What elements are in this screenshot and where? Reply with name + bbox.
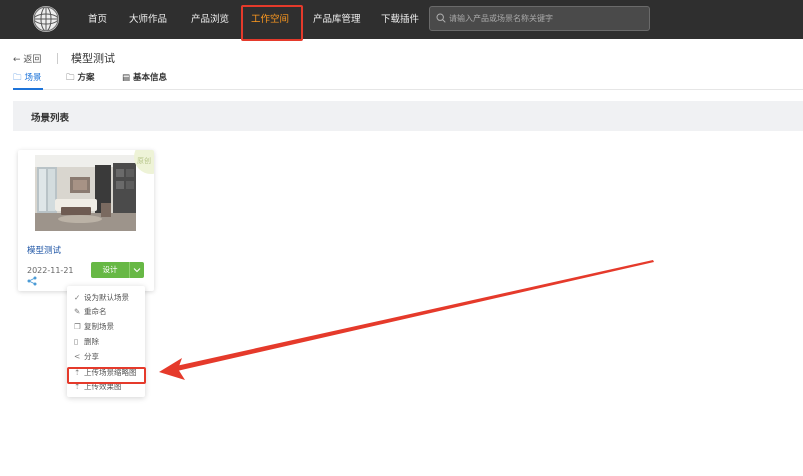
- scene-name[interactable]: 模型测试: [27, 244, 61, 256]
- edit-icon: ✎: [74, 307, 81, 316]
- tabs-divider: [13, 89, 803, 90]
- original-badge-label: 原创: [137, 157, 151, 165]
- nav-item-product-browse[interactable]: 产品浏览: [191, 0, 229, 39]
- trash-icon: ▯: [74, 337, 79, 346]
- arrow-left-icon: ←: [13, 55, 21, 65]
- menu-item-copy-scene[interactable]: ❐ 复制场景: [74, 321, 114, 333]
- scene-list-header: 场景列表: [13, 101, 803, 131]
- share-icon[interactable]: [27, 276, 37, 286]
- top-navigation-bar: 首页 大师作品 产品浏览 工作空间 产品库管理 下载插件: [0, 0, 803, 39]
- menu-item-label: 删除: [84, 337, 99, 346]
- menu-item-share[interactable]: < 分享: [74, 351, 99, 363]
- design-dropdown-toggle[interactable]: [129, 262, 144, 278]
- globe-logo-icon[interactable]: [33, 6, 59, 32]
- chevron-down-icon: [133, 268, 141, 273]
- tab-scenes[interactable]: 🗀 场景: [13, 71, 42, 86]
- menu-item-set-default[interactable]: ✓ 设为默认场景: [74, 292, 129, 304]
- workspace-highlight-annotation: [241, 5, 303, 41]
- search-box[interactable]: [429, 6, 650, 31]
- active-tab-indicator: [13, 88, 43, 90]
- menu-item-label: 重命名: [84, 307, 107, 316]
- menu-item-delete[interactable]: ▯ 删除: [74, 336, 99, 348]
- tab-basic-info[interactable]: ▤ 基本信息: [122, 71, 167, 83]
- tab-label: 方案: [77, 73, 95, 83]
- page-title: 模型测试: [71, 52, 115, 65]
- menu-item-rename[interactable]: ✎ 重命名: [74, 306, 107, 318]
- search-input[interactable]: [449, 9, 644, 28]
- menu-item-label: 分享: [84, 352, 99, 361]
- nav-item-master-works[interactable]: 大师作品: [129, 0, 167, 39]
- scene-thumbnail[interactable]: [35, 155, 136, 231]
- menu-item-label: 复制场景: [84, 322, 114, 331]
- folder-icon: 🗀: [13, 73, 22, 83]
- nav-item-product-library[interactable]: 产品库管理: [313, 0, 361, 39]
- share-icon: <: [74, 352, 81, 361]
- scene-card[interactable]: 原创 模型测试 2022-11-21 设计: [18, 150, 154, 291]
- section-title: 场景列表: [31, 113, 70, 124]
- nav-item-download-plugin[interactable]: 下载插件: [381, 0, 419, 39]
- search-icon: [436, 13, 446, 23]
- document-icon: ▤: [122, 73, 131, 83]
- copy-icon: ❐: [74, 322, 81, 331]
- breadcrumb-divider: [57, 53, 58, 64]
- back-button[interactable]: ← 返回: [13, 52, 41, 65]
- check-icon: ✓: [74, 293, 81, 302]
- scene-date: 2022-11-21: [27, 266, 74, 275]
- tab-plans[interactable]: 🗀 方案: [66, 71, 95, 86]
- nav-item-home[interactable]: 首页: [88, 0, 107, 39]
- tab-label: 场景: [24, 73, 42, 83]
- menu-item-label: 设为默认场景: [84, 293, 129, 302]
- design-button[interactable]: 设计: [91, 262, 129, 278]
- back-label: 返回: [23, 55, 42, 65]
- folder-icon: 🗀: [66, 73, 75, 83]
- tab-label: 基本信息: [133, 73, 168, 83]
- upload-thumbnail-highlight-annotation: [67, 367, 146, 384]
